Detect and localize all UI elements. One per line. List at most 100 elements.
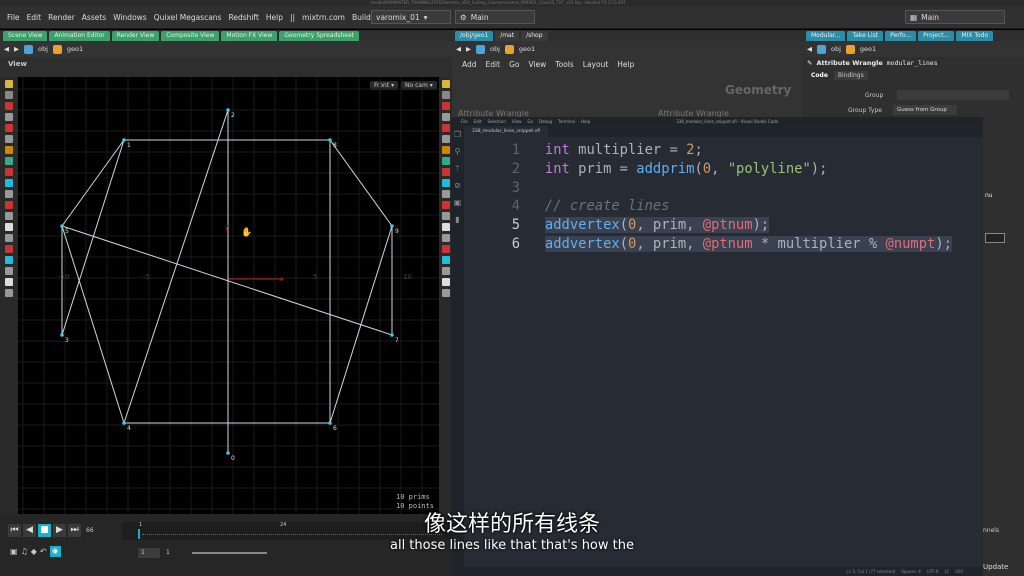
lefttabs-tab-3[interactable]: Composite View: [161, 31, 220, 41]
vscode-menu-0[interactable]: File: [461, 119, 468, 124]
back-icon[interactable]: ◀: [807, 45, 812, 53]
righttool-tool-17-icon[interactable]: [441, 267, 450, 275]
righttabs-tab-2[interactable]: Perfo...: [885, 31, 917, 41]
lefttool-tool-17-icon[interactable]: [5, 267, 13, 275]
lefttool-tool-12-icon[interactable]: [5, 212, 13, 220]
lefttabs-tab-0[interactable]: Scene View: [3, 31, 48, 41]
lefttool-tool-15-icon[interactable]: [5, 245, 13, 253]
node-name[interactable]: modular_lines: [887, 59, 938, 67]
lefttool-tool-9-icon[interactable]: [5, 179, 13, 187]
bookmark-icon[interactable]: ▮: [451, 211, 464, 228]
mid-path-geo1[interactable]: geo1: [519, 45, 535, 53]
vscode-menu-2[interactable]: Selection: [487, 119, 505, 124]
lefttool-tool-13-icon[interactable]: [5, 223, 13, 231]
lefttool-tool-4-icon[interactable]: [5, 124, 13, 132]
midtabs-tab-2[interactable]: /shop: [521, 31, 548, 41]
menu-item-1[interactable]: Edit: [27, 13, 42, 22]
editor-tab[interactable]: 338_modular_lines_snippet.vfl: [464, 126, 549, 137]
righttool-tool-6-icon[interactable]: [441, 146, 450, 154]
source-control-icon[interactable]: ᛘ: [451, 160, 464, 177]
righttool-tool-1-icon[interactable]: [441, 91, 450, 99]
lefttool-tool-7-icon[interactable]: [5, 157, 13, 165]
lefttabs-tab-4[interactable]: Motion FX View: [221, 31, 278, 41]
desktop-selector[interactable]: varomix_01 ▾: [371, 10, 451, 24]
righttool-tool-3-icon[interactable]: [441, 113, 450, 121]
lefttool-tool-11-icon[interactable]: [5, 201, 13, 209]
main-selector-right[interactable]: ▦ Main: [905, 10, 1005, 24]
back-icon[interactable]: ◀: [456, 45, 461, 53]
lefttool-tool-19-icon[interactable]: [5, 289, 13, 297]
righttool-tool-15-icon[interactable]: [441, 245, 450, 253]
lefttabs-tab-2[interactable]: Render View: [111, 31, 160, 41]
network-menu-2[interactable]: Go: [509, 60, 519, 69]
lefttool-tool-16-icon[interactable]: [5, 256, 13, 264]
vscode-menu-1[interactable]: Edit: [474, 119, 482, 124]
righttool-tool-8-icon[interactable]: [441, 168, 450, 176]
tab-code[interactable]: Code: [807, 71, 832, 80]
main-selector-left[interactable]: ⚙ Main: [455, 10, 535, 24]
search-icon[interactable]: ⚲: [451, 143, 464, 160]
menu-item-3[interactable]: Assets: [82, 13, 106, 22]
menu-item-0[interactable]: File: [7, 13, 20, 22]
right-path-obj[interactable]: obj: [831, 45, 841, 53]
forward-icon[interactable]: ▶: [466, 45, 471, 53]
path-geo1[interactable]: geo1: [67, 45, 83, 53]
group-type-select[interactable]: Guess from Group: [893, 105, 957, 115]
righttool-tool-12-icon[interactable]: [441, 212, 450, 220]
righttool-tool-0-icon[interactable]: [441, 80, 450, 88]
lefttabs-tab-1[interactable]: Animation Editor: [49, 31, 110, 41]
extensions-icon[interactable]: ▣: [451, 194, 464, 211]
lefttool-tool-0-icon[interactable]: [5, 80, 13, 88]
lefttabs-tab-5[interactable]: Geometry Spreadsheet: [279, 31, 359, 41]
menu-item-2[interactable]: Render: [48, 13, 75, 22]
midtabs-tab-1[interactable]: /mat: [495, 31, 520, 41]
righttabs-tab-3[interactable]: Project...: [918, 31, 955, 41]
lefttool-tool-8-icon[interactable]: [5, 168, 13, 176]
righttool-tool-19-icon[interactable]: [441, 289, 450, 297]
mid-path-obj[interactable]: obj: [490, 45, 500, 53]
righttabs-tab-4[interactable]: MIX Todo: [956, 31, 994, 41]
righttool-tool-14-icon[interactable]: [441, 234, 450, 242]
lefttool-tool-10-icon[interactable]: [5, 190, 13, 198]
righttabs-tab-1[interactable]: Take List: [847, 31, 884, 41]
lefttool-tool-14-icon[interactable]: [5, 234, 13, 242]
update-button[interactable]: Update: [983, 563, 1008, 571]
files-icon[interactable]: ❐: [451, 126, 464, 143]
righttool-tool-9-icon[interactable]: [441, 179, 450, 187]
code-editor[interactable]: 1 int multiplier = 2; 2 int prim = addpri…: [498, 141, 952, 254]
vscode-menu-6[interactable]: Terminal: [558, 119, 575, 124]
path-obj[interactable]: obj: [38, 45, 48, 53]
righttool-tool-2-icon[interactable]: [441, 102, 450, 110]
righttool-tool-7-icon[interactable]: [441, 157, 450, 165]
tab-bindings[interactable]: Bindings: [833, 70, 868, 80]
menu-item-5[interactable]: Quixel Megascans: [154, 13, 222, 22]
lefttool-tool-18-icon[interactable]: [5, 278, 13, 286]
vscode-menu-4[interactable]: Go: [527, 119, 533, 124]
viewport[interactable]: Front ▾ No cam ▾ 0 1 2 3 4 5 6 7 8 9 -10 -5 5 10 x y ✋ 1…: [18, 77, 439, 514]
righttool-tool-5-icon[interactable]: [441, 135, 450, 143]
menu-item-8[interactable]: ||: [290, 13, 295, 22]
menu-item-9[interactable]: mixtrn.com: [302, 13, 345, 22]
vscode-menu-3[interactable]: View: [512, 119, 522, 124]
back-icon[interactable]: ◀: [4, 45, 9, 53]
menu-item-6[interactable]: Redshift: [228, 13, 258, 22]
righttool-tool-11-icon[interactable]: [441, 201, 450, 209]
righttool-tool-18-icon[interactable]: [441, 278, 450, 286]
network-menu-5[interactable]: Layout: [583, 60, 609, 69]
righttool-tool-16-icon[interactable]: [441, 256, 450, 264]
right-path-geo1[interactable]: geo1: [860, 45, 876, 53]
lefttool-tool-3-icon[interactable]: [5, 113, 13, 121]
righttool-tool-10-icon[interactable]: [441, 190, 450, 198]
lefttool-tool-2-icon[interactable]: [5, 102, 13, 110]
lefttool-tool-5-icon[interactable]: [5, 135, 13, 143]
midtabs-tab-0[interactable]: /obj/geo1: [455, 31, 494, 41]
lefttool-tool-6-icon[interactable]: [5, 146, 13, 154]
group-field[interactable]: [897, 90, 1009, 100]
network-menu-4[interactable]: Tools: [555, 60, 573, 69]
righttool-tool-13-icon[interactable]: [441, 223, 450, 231]
vscode-menu-7[interactable]: Help: [581, 119, 590, 124]
menu-item-7[interactable]: Help: [266, 13, 283, 22]
lefttool-tool-1-icon[interactable]: [5, 91, 13, 99]
vscode-menu-5[interactable]: Debug: [539, 119, 552, 124]
network-menu-3[interactable]: View: [528, 60, 546, 69]
